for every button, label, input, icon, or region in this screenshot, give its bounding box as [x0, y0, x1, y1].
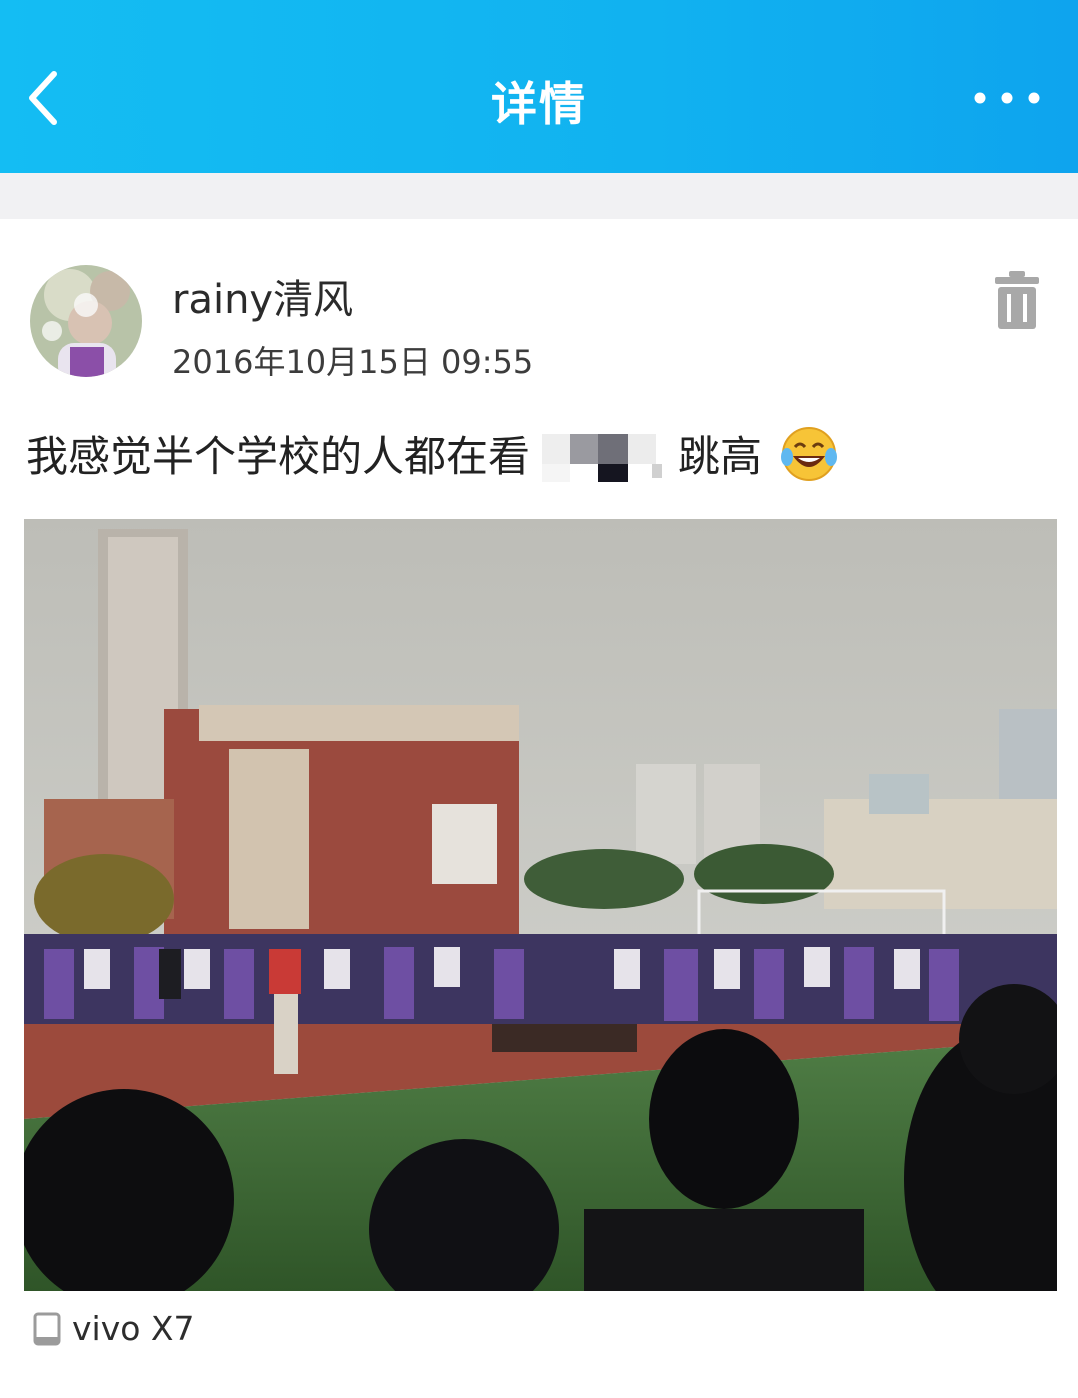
redacted-name	[534, 426, 674, 482]
phone-icon	[33, 1312, 61, 1345]
page-title: 详情	[491, 77, 587, 131]
post-timestamp: 2016年10月15日 09:55	[172, 343, 534, 381]
device-info: vivo X7	[32, 1309, 195, 1348]
avatar[interactable]	[30, 265, 142, 377]
post-text-after: 跳高	[678, 432, 763, 481]
laughing-tears-emoji	[781, 426, 838, 481]
more-button[interactable]	[972, 88, 1042, 108]
trash-icon	[995, 271, 1039, 329]
post-text: 我感觉半个学校的人都在看 跳高	[26, 423, 838, 484]
delete-button[interactable]	[994, 269, 1040, 331]
header-bar: 详情	[0, 0, 1078, 173]
post-card: rainy清风 2016年10月15日 09:55 我感觉半个学校的人都在看 跳…	[0, 219, 1078, 1398]
username[interactable]: rainy清风	[172, 267, 353, 325]
post-text-before: 我感觉半个学校的人都在看	[26, 432, 531, 481]
post-photo[interactable]	[24, 519, 1057, 1291]
device-label: vivo X7	[72, 1309, 195, 1348]
section-divider	[0, 173, 1078, 219]
more-dots-icon	[974, 92, 1040, 104]
